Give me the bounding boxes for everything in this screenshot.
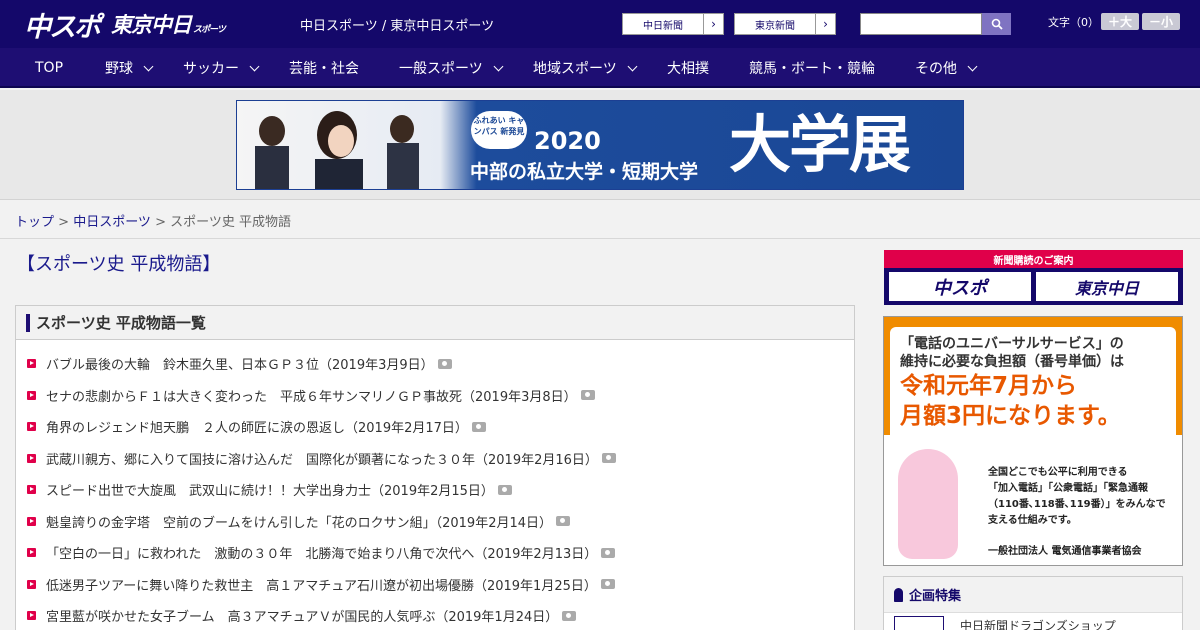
subscribe-tokyo-chunichi-button[interactable]: 東京中日 (1036, 272, 1178, 301)
chevron-down-icon (143, 61, 154, 71)
nav-soccer[interactable]: サッカー (183, 48, 260, 88)
arrow-bullet-icon (27, 548, 36, 558)
arrow-bullet-icon (27, 359, 36, 369)
camera-icon (437, 358, 452, 369)
arrow-bullet-icon (27, 516, 36, 526)
feature-panel: 企画特集 中日新聞ドラゴンズショップ (883, 576, 1183, 630)
rabbit-mascot-icon (898, 449, 958, 559)
list-heading: スポーツ史 平成物語一覧 (16, 306, 854, 340)
article-list-panel: スポーツ史 平成物語一覧 バブル最後の大輪 鈴木亜久里、日本ＧＰ３位（2019年… (15, 305, 855, 630)
breadcrumb-current: スポーツ史 平成物語 (170, 215, 291, 230)
camera-icon (601, 453, 616, 464)
banner-headline: 大学展 (729, 108, 911, 181)
arrow-bullet-icon (27, 453, 36, 463)
arrow-bullet-icon (27, 422, 36, 432)
camera-icon (556, 516, 571, 527)
arrow-bullet-icon (27, 611, 36, 621)
article-list: バブル最後の大輪 鈴木亜久里、日本ＧＰ３位（2019年3月9日） セナの悲劇から… (16, 340, 854, 630)
arrow-bullet-icon (27, 579, 36, 589)
list-item[interactable]: セナの悲劇からＦ１は大きく変わった 平成６年サンマリノＧＰ事故死（2019年3月… (16, 380, 854, 412)
list-item[interactable]: 宮里藍が咲かせた女子ブーム 高３アマチュアＶが国民的人気呼ぶ（2019年1月24… (16, 600, 854, 630)
site-tagline: 中日スポーツ / 東京中日スポーツ (300, 19, 495, 34)
logo-chuspo: 中スポ (24, 11, 101, 43)
nav-baseball[interactable]: 野球 (105, 48, 154, 88)
font-smaller-button[interactable]: －小 (1142, 13, 1180, 30)
search-icon (991, 18, 1003, 30)
logo-tokyo-chunichi: 東京中日 スポーツ (111, 13, 226, 37)
nav-general-sports[interactable]: 一般スポーツ (399, 48, 504, 88)
camera-icon (580, 390, 595, 401)
chunichi-shimbun-link[interactable]: 中日新聞 › (622, 13, 724, 35)
feature-item-dragons-shop[interactable]: 中日新聞ドラゴンズショップ (884, 613, 1182, 630)
camera-icon (600, 579, 615, 590)
list-item[interactable]: 「空白の一日」に救われた 激動の３０年 北勝海で始まり八角で次代へ（2019年2… (16, 537, 854, 569)
chevron-down-icon (967, 61, 978, 71)
list-item[interactable]: 魁皇誇りの金字塔 空前のブームをけん引した「花のロクサン組」（2019年2月14… (16, 506, 854, 538)
chevron-down-icon (249, 61, 260, 71)
tokyo-shimbun-link[interactable]: 東京新聞 › (734, 13, 836, 35)
chevron-down-icon (627, 61, 638, 71)
site-header: 中スポ 東京中日 スポーツ 中日スポーツ / 東京中日スポーツ 中日新聞 › 東京… (0, 0, 1200, 48)
universal-service-ad[interactable]: 「電話のユニバーサルサービス」の 維持に必要な負担額（番号単価）は 令和元年7月… (883, 316, 1183, 566)
dragons-shop-thumbnail (894, 616, 944, 630)
arrow-bullet-icon (27, 485, 36, 495)
camera-icon (497, 484, 512, 495)
feature-heading: 企画特集 (884, 577, 1182, 613)
ribbon-icon (894, 587, 903, 602)
nav-racing[interactable]: 競馬・ボート・競輪 (749, 48, 875, 88)
list-item[interactable]: 武蔵川親方、郷に入りて国技に溶け込んだ 国際化が顕著になった３０年（2019年2… (16, 443, 854, 475)
camera-icon (562, 610, 577, 621)
page-title: 【スポーツ史 平成物語】 (17, 254, 221, 275)
subscribe-chuspo-button[interactable]: 中スポ (889, 272, 1031, 301)
banner-subtitle: 中部の私立大学・短期大学 (470, 161, 699, 183)
camera-icon (601, 547, 616, 558)
site-logo[interactable]: 中スポ 東京中日 スポーツ (24, 6, 226, 43)
breadcrumb-home[interactable]: トップ (15, 215, 54, 230)
nav-other[interactable]: その他 (915, 48, 978, 88)
subscription-box: 新聞購読のご案内 中スポ 東京中日 (884, 250, 1183, 305)
font-size-label: 文字（0） (1048, 16, 1099, 29)
banner-area: ふれあい キャンパス 新発見 2020 中部の私立大学・短期大学 大学展 (0, 90, 1200, 200)
campus-badge: ふれあい キャンパス 新発見 (471, 111, 527, 149)
list-item[interactable]: 角界のレジェンド旭天鵬 ２人の師匠に涙の恩返し（2019年2月17日） (16, 411, 854, 443)
chevron-right-icon: › (815, 14, 835, 34)
search-input[interactable] (860, 13, 982, 35)
students-illustration (255, 111, 419, 189)
university-fair-banner[interactable]: ふれあい キャンパス 新発見 2020 中部の私立大学・短期大学 大学展 (236, 100, 964, 190)
list-item[interactable]: 低迷男子ツアーに舞い降りた救世主 高１アマチュア石川遼が初出場優勝（2019年1… (16, 569, 854, 601)
chevron-down-icon (493, 61, 504, 71)
nav-top[interactable]: TOP (35, 48, 63, 88)
main-nav: TOP 野球 サッカー 芸能・社会 一般スポーツ 地域スポーツ 大相撲 競馬・ボ… (0, 48, 1200, 88)
chevron-right-icon: › (703, 14, 723, 34)
nav-sumo[interactable]: 大相撲 (667, 48, 709, 88)
subscription-heading: 新聞購読のご案内 (884, 250, 1183, 268)
camera-icon (471, 421, 486, 432)
list-item[interactable]: バブル最後の大輪 鈴木亜久里、日本ＧＰ３位（2019年3月9日） (16, 348, 854, 380)
font-larger-button[interactable]: ＋大 (1101, 13, 1139, 30)
breadcrumb-section[interactable]: 中日スポーツ (73, 215, 151, 230)
breadcrumb: トップ > 中日スポーツ > スポーツ史 平成物語 (0, 201, 1200, 239)
search-button[interactable] (982, 13, 1011, 35)
arrow-bullet-icon (27, 390, 36, 400)
banner-year: 2020 (534, 127, 601, 155)
nav-entertainment[interactable]: 芸能・社会 (289, 48, 359, 88)
list-item[interactable]: スピード出世で大旋風 武双山に続け！！大学出身力士（2019年2月15日） (16, 474, 854, 506)
nav-local-sports[interactable]: 地域スポーツ (533, 48, 638, 88)
